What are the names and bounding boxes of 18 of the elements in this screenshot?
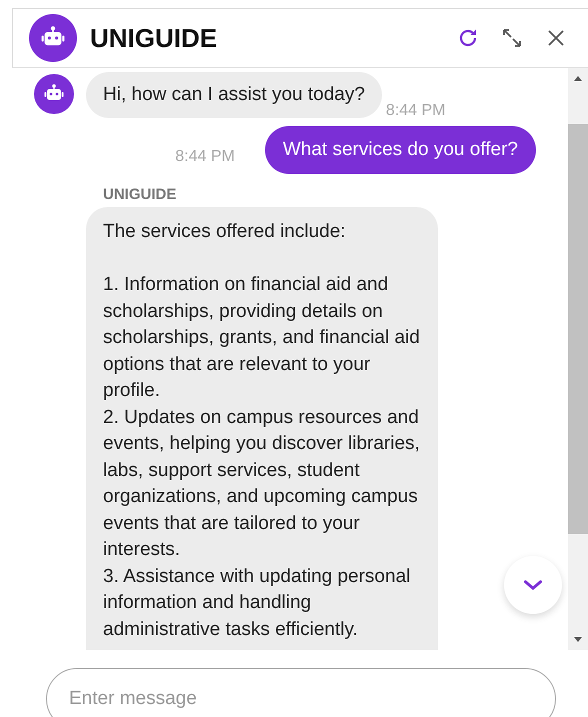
robot-avatar-icon bbox=[29, 14, 77, 62]
bot-message: Hi, how can I assist you today? bbox=[86, 72, 382, 118]
chat-title: UNIGUIDE bbox=[90, 22, 218, 54]
message-paragraph: 2. Updates on campus resources and events, helping you discover libraries, labs, support services, student organizations, and upcoming campus events that are tailored to your interests. bbox=[103, 406, 421, 562]
user-message: What services do you offer? bbox=[264, 126, 536, 174]
message-input[interactable]: Enter message bbox=[46, 668, 556, 717]
scroll-down-icon[interactable] bbox=[573, 634, 583, 644]
scroll-up-icon[interactable] bbox=[573, 74, 583, 84]
sender-name: UNIGUIDE bbox=[103, 186, 178, 203]
scrollbar[interactable] bbox=[568, 68, 588, 650]
scrollbar-thumb[interactable] bbox=[568, 124, 588, 534]
expand-icon[interactable] bbox=[500, 26, 524, 50]
robot-avatar-icon bbox=[34, 74, 74, 114]
message-paragraph: 3. Assistance with updating personal information and handling administrative tasks efficiently. bbox=[103, 564, 412, 642]
message-paragraph: 1. Information on financial aid and scholarships, providing details on scholarships, grants, and financial aid options that are relevant to your profile. bbox=[103, 273, 421, 403]
message-paragraph: The services offered include: bbox=[103, 220, 347, 244]
message-time: 8:44 PM bbox=[175, 148, 235, 166]
message-time: 8:44 PM bbox=[386, 102, 446, 120]
